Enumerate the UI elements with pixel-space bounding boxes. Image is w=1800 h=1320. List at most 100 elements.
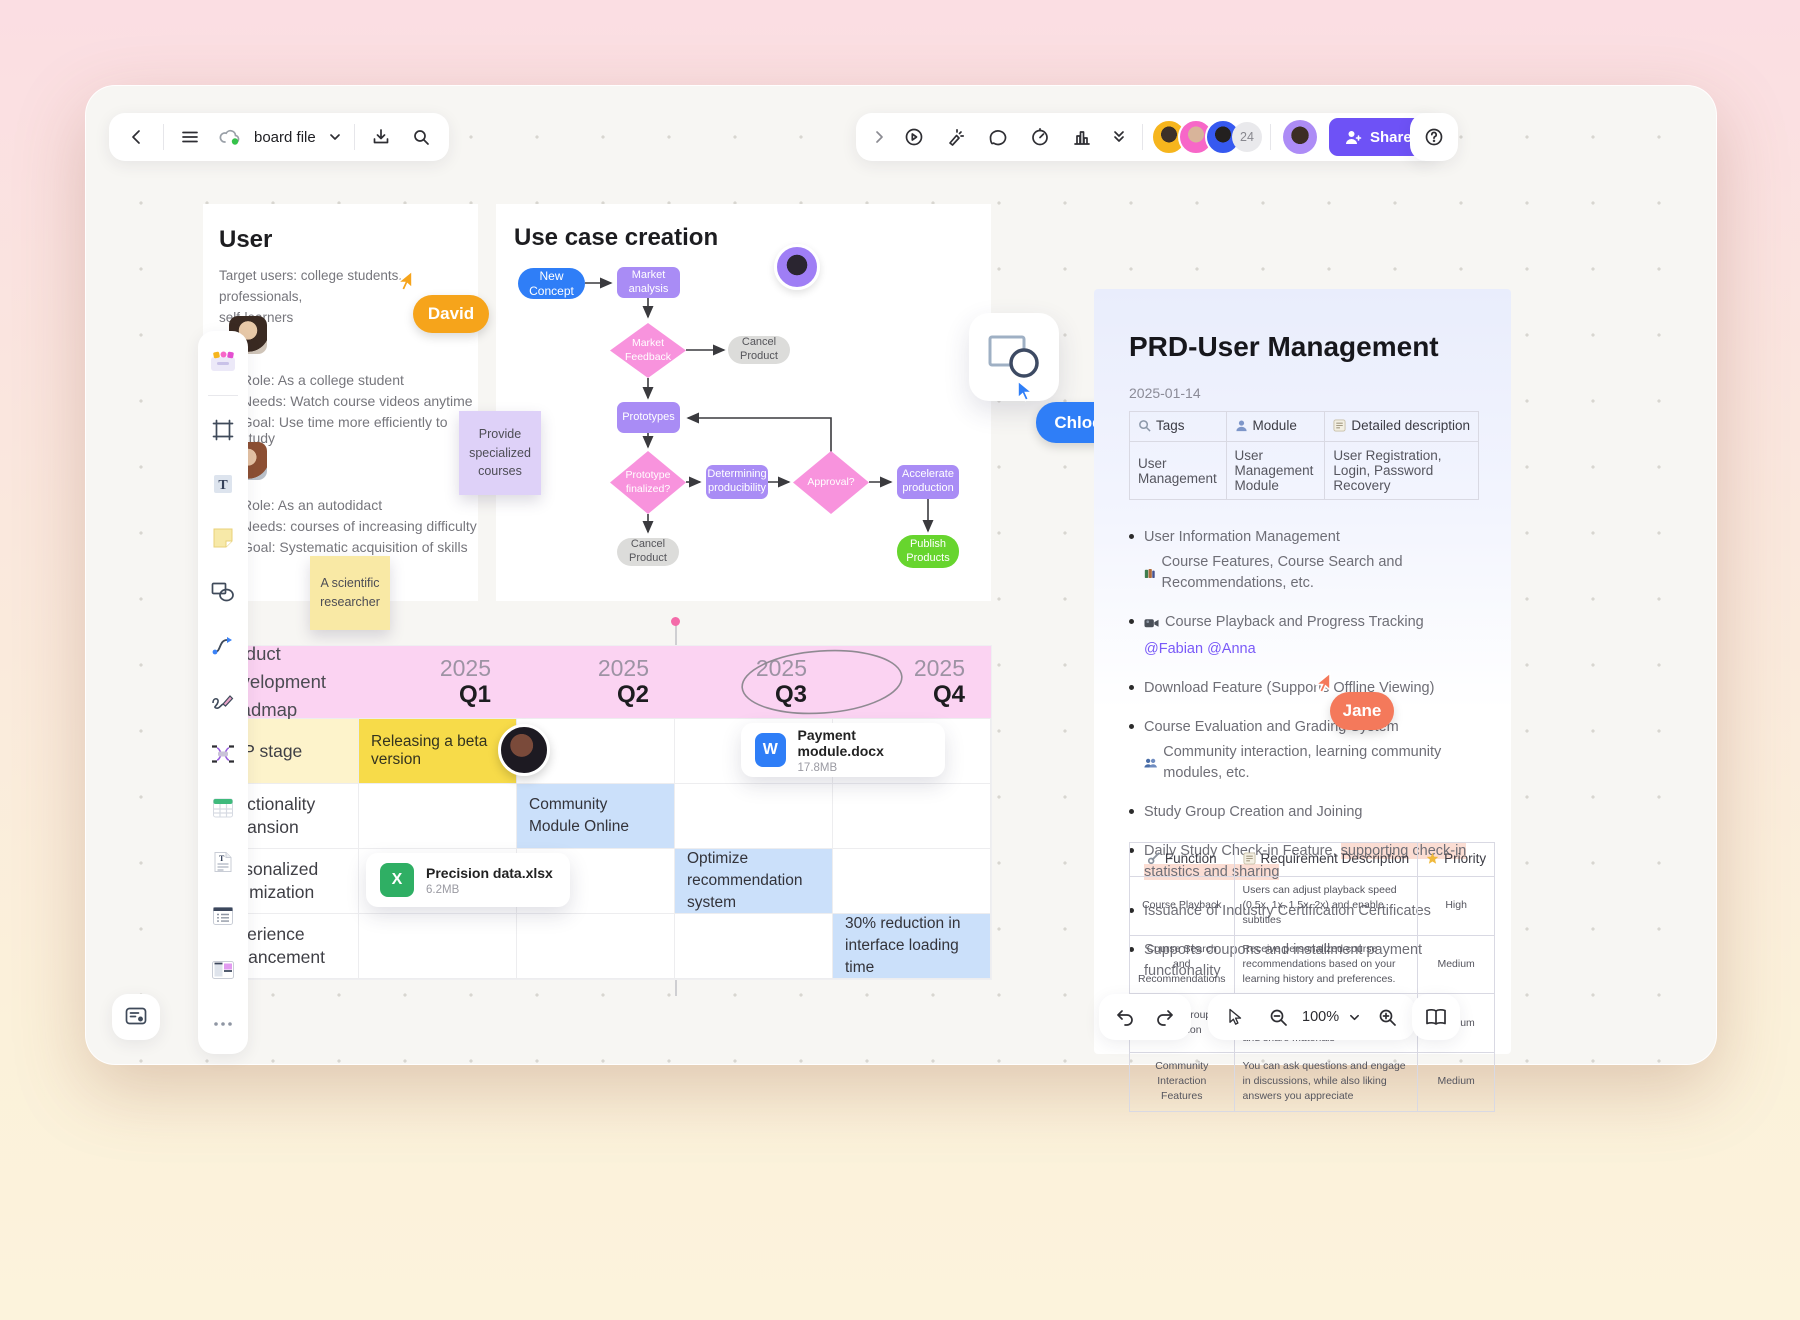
timeline-dot	[671, 617, 680, 626]
pen-tool[interactable]	[203, 680, 243, 720]
mindmap-tool[interactable]	[203, 734, 243, 774]
flow-node-cancel-product-2[interactable]: Cancel Product	[617, 538, 679, 566]
table-tool[interactable]	[203, 788, 243, 828]
document-tool[interactable]: T	[203, 842, 243, 882]
layout-tool[interactable]	[203, 950, 243, 990]
divider	[1270, 124, 1271, 150]
file-card-docx[interactable]: W Payment module.docx 17.8MB	[741, 723, 945, 777]
zoom-level[interactable]: 100%	[1302, 1009, 1339, 1025]
flow-node-determining[interactable]: Determining producibility	[706, 465, 768, 499]
comments-button[interactable]	[978, 117, 1018, 157]
divider	[1142, 124, 1143, 150]
t2-r4-priority: Medium	[1418, 1052, 1495, 1111]
search-button[interactable]	[401, 117, 441, 157]
bullet-sub-text: Community interaction, learning communit…	[1163, 742, 1489, 784]
prd-date: 2025-01-14	[1129, 385, 1201, 401]
memo-icon	[1333, 419, 1346, 432]
file-card-xlsx[interactable]: X Precision data.xlsx 6.2MB	[366, 853, 570, 907]
zoom-out-icon	[1269, 1008, 1288, 1027]
pages-toolbar	[1412, 994, 1460, 1040]
flow-node-cancel-product-1[interactable]: Cancel Product	[728, 336, 790, 364]
collaborator-avatar	[774, 244, 820, 290]
menu-button[interactable]	[170, 117, 210, 157]
undo-button[interactable]	[1105, 997, 1145, 1037]
q1-label: Q1	[459, 681, 491, 709]
shape-tool[interactable]	[203, 572, 243, 612]
notes-icon	[125, 1007, 147, 1027]
t2-r2-function: Course Search and Recommendations	[1130, 935, 1235, 994]
zoom-menu-button[interactable]	[1343, 997, 1365, 1037]
more-tools-button[interactable]	[1104, 117, 1134, 157]
use-case-panel[interactable]: Use case creation New Concep	[496, 204, 991, 601]
sticky-note-tool[interactable]	[203, 518, 243, 558]
table1-cell-desc: User Registration, Login, Password Recov…	[1325, 442, 1479, 500]
zoom-out-button[interactable]	[1258, 997, 1298, 1037]
svg-text:T: T	[219, 854, 225, 863]
current-user-avatar[interactable]	[1283, 120, 1317, 154]
more-tools-sidebar-button[interactable]	[203, 1004, 243, 1044]
notes-panel-button[interactable]	[116, 997, 156, 1037]
timer-button[interactable]	[1020, 117, 1060, 157]
jane-cursor	[1310, 671, 1334, 695]
bullet-dot	[1129, 619, 1134, 624]
tools-sidebar: T T	[198, 331, 248, 1054]
cell-community[interactable]: Community Module Online	[517, 784, 675, 849]
download-button[interactable]	[361, 117, 401, 157]
menu-icon	[181, 128, 199, 146]
flow-node-new-concept[interactable]: New Concept	[518, 268, 585, 299]
charts-button[interactable]	[1062, 117, 1102, 157]
flow-node-prototypes[interactable]: Prototypes	[617, 402, 680, 433]
play-circle-icon	[904, 127, 924, 147]
q4-label: Q4	[933, 681, 965, 709]
sticky-note-purple[interactable]: Provide specialized courses	[459, 411, 541, 495]
cell-beta[interactable]: Releasing a beta version	[359, 719, 517, 784]
templates-button[interactable]	[203, 341, 243, 381]
bar-chart-icon	[1072, 127, 1092, 147]
prd-panel[interactable]: PRD-User Management 2025-01-14 Tags Modu…	[1094, 289, 1511, 1054]
cell-optimize[interactable]: Optimize recommendation system	[675, 849, 833, 914]
help-button[interactable]	[1414, 117, 1454, 157]
pointer-button[interactable]	[1216, 997, 1256, 1037]
pages-overview-button[interactable]	[1416, 997, 1456, 1037]
q2-year: 2025	[598, 655, 649, 681]
frame-tool[interactable]	[203, 410, 243, 450]
collapse-toolbar-button[interactable]	[866, 117, 892, 157]
sync-status-button[interactable]	[210, 117, 250, 157]
flow-node-publish[interactable]: Publish Products	[897, 535, 959, 568]
top-right-toolbar: 24 Share	[856, 113, 1438, 161]
prd-requirements-table[interactable]: Function Requirement Description Priorit…	[1129, 842, 1495, 1112]
board-title[interactable]: board file	[254, 129, 316, 146]
cell-reduction[interactable]: 30% reduction in interface loading time	[833, 914, 991, 979]
q2-label: Q2	[617, 681, 649, 709]
david-cursor	[392, 269, 416, 293]
sticky-note-yellow[interactable]: A scientific researcher	[310, 556, 390, 630]
title-menu-button[interactable]	[322, 117, 348, 157]
back-button[interactable]	[117, 117, 157, 157]
connector-tool[interactable]	[203, 626, 243, 666]
cursor-arrow-icon	[1014, 379, 1038, 403]
chevron-right-icon	[873, 130, 885, 144]
flow-node-market-analysis[interactable]: Market analysis	[617, 267, 680, 298]
text-tool[interactable]: T	[203, 464, 243, 504]
present-button[interactable]	[894, 117, 934, 157]
flow-node-accelerate[interactable]: Accelerate production	[897, 465, 959, 499]
laser-pointer-button[interactable]	[936, 117, 976, 157]
list-tool[interactable]	[203, 896, 243, 936]
table2-header-desc: Requirement Description	[1261, 851, 1410, 866]
cursor-arrow-icon	[392, 269, 416, 293]
ellipsis-icon	[213, 1021, 233, 1027]
prd-module-table[interactable]: Tags Module Detailed description User Ma…	[1129, 411, 1479, 500]
bullet-dot	[1129, 724, 1134, 729]
t2-r1-desc: Users can adjust playback speed (0.5x, 1…	[1234, 877, 1418, 936]
document-icon: T	[212, 851, 234, 873]
bullet-dot	[1129, 685, 1134, 690]
chevron-down-icon	[1349, 1012, 1360, 1023]
persona2-role: Role: As an autodidact	[242, 497, 382, 513]
bullet-mentions[interactable]: @Fabian @Anna	[1144, 639, 1256, 660]
t2-r2-desc: Receive personalized course recommendati…	[1234, 935, 1418, 994]
persona1-role: Role: As a college student	[242, 372, 404, 388]
redo-button[interactable]	[1145, 997, 1185, 1037]
collaborator-count-badge[interactable]: 24	[1232, 122, 1262, 152]
zoom-in-button[interactable]	[1367, 997, 1407, 1037]
collaborator-avatars[interactable]: 24	[1151, 119, 1262, 155]
